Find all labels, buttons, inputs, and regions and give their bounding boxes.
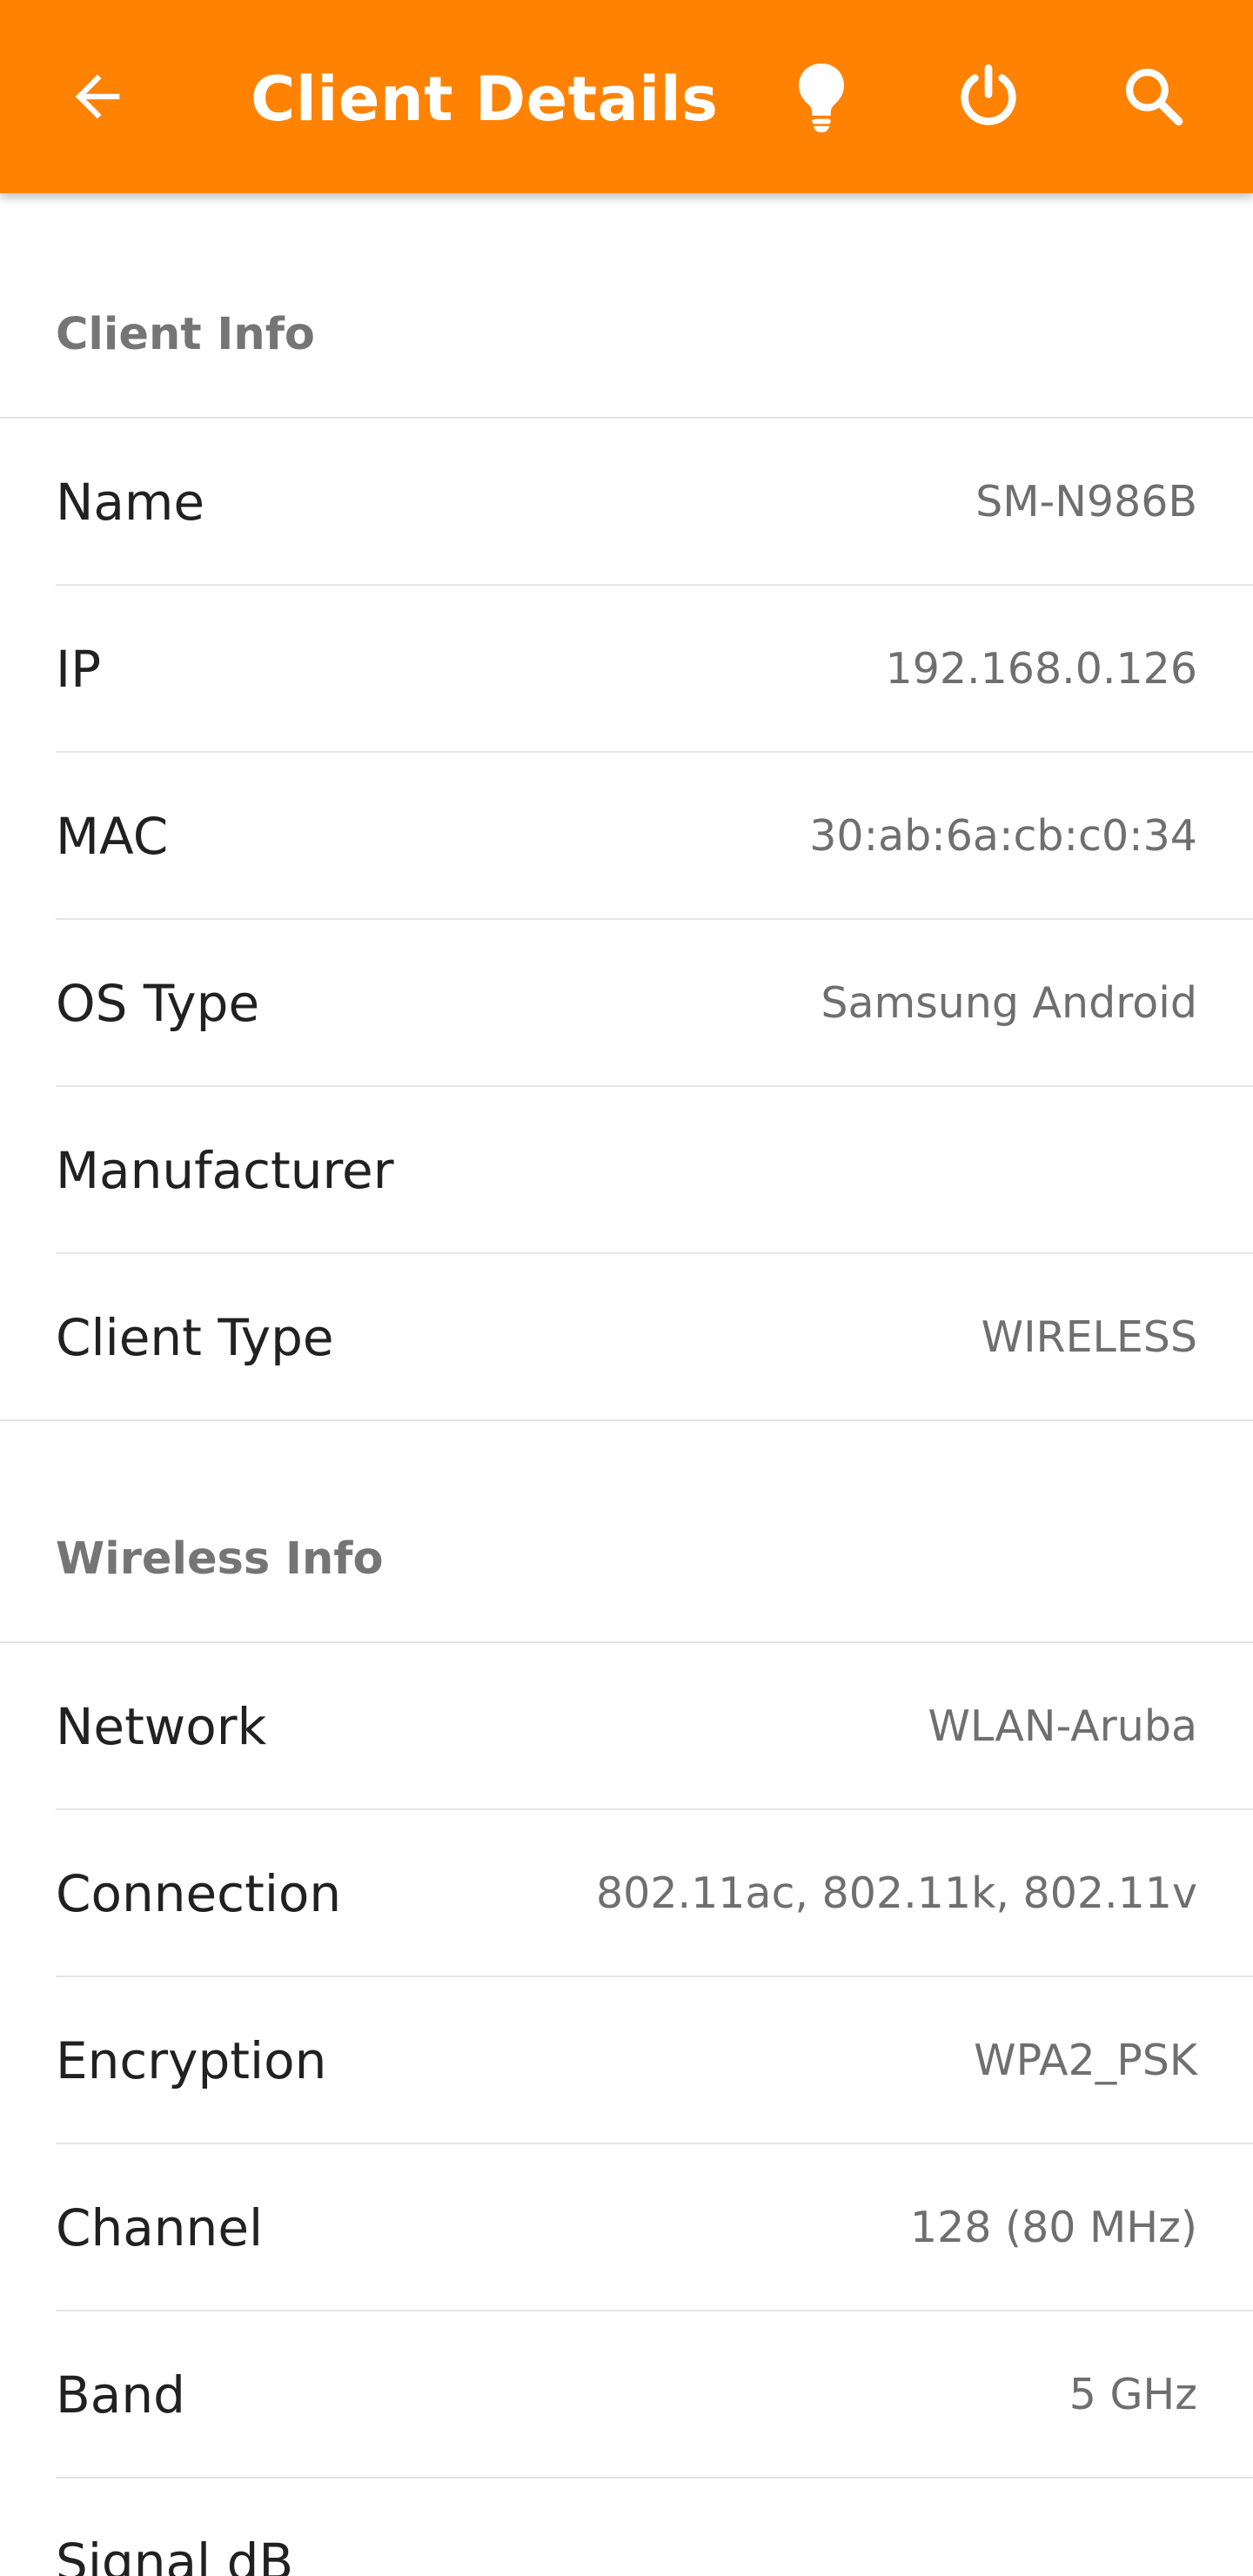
lightbulb-button[interactable] [778,53,865,140]
search-button[interactable] [1110,53,1197,140]
section-header-client-info: Client Info [56,309,315,360]
row-label: Client Type [56,1308,334,1367]
info-row-signal-db[interactable]: Signal dB [0,2479,1253,2576]
row-label: MAC [56,807,169,866]
info-row-network[interactable]: Network WLAN-Aruba [0,1643,1253,1810]
back-button[interactable] [54,53,141,140]
section-header-wireless-info: Wireless Info [56,1533,384,1585]
app-bar: Client Details [0,0,1253,193]
row-value: 192.168.0.126 [885,644,1197,694]
row-label: Channel [56,2198,264,2257]
row-value: 802.11ac, 802.11k, 802.11v [595,1868,1197,1918]
info-row-encryption[interactable]: Encryption WPA2_PSK [0,1977,1253,2144]
row-label: Signal dB [56,2532,294,2576]
power-icon [961,64,1016,125]
info-row-manufacturer[interactable]: Manufacturer [0,1087,1253,1254]
row-label: Manufacturer [56,1141,394,1200]
info-row-name[interactable]: Name SM-N986B [0,419,1253,586]
row-label: OS Type [56,974,260,1033]
row-value: WPA2_PSK [974,2036,1197,2085]
arrow-back-icon [75,74,120,119]
client-details-screen: Client Details Client Info Name SM-N986B [0,0,1253,2576]
row-value: WLAN-Aruba [928,1701,1197,1751]
info-row-ip[interactable]: IP 192.168.0.126 [0,586,1253,753]
info-row-mac[interactable]: MAC 30:ab:6a:cb:c0:34 [0,753,1253,920]
row-value: WIRELESS [981,1312,1197,1362]
search-icon [1126,69,1183,126]
row-label: Connection [56,1864,342,1923]
row-label: Band [56,2365,185,2425]
info-row-connection[interactable]: Connection 802.11ac, 802.11k, 802.11v [0,1810,1253,1977]
row-value: Samsung Android [821,978,1197,1028]
divider [0,1419,1253,1421]
info-row-band[interactable]: Band 5 GHz [0,2311,1253,2479]
row-value: SM-N986B [975,477,1197,527]
row-label: Network [56,1697,267,1756]
power-button[interactable] [945,53,1032,140]
lightbulb-icon [799,64,844,133]
row-label: IP [56,640,102,699]
row-value: 5 GHz [1069,2370,1197,2419]
row-label: Name [56,473,205,532]
row-value: 128 (80 MHz) [909,2203,1197,2252]
page-title: Client Details [251,64,719,135]
info-row-client-type[interactable]: Client Type WIRELESS [0,1254,1253,1421]
row-value: 30:ab:6a:cb:c0:34 [809,811,1197,861]
info-row-channel[interactable]: Channel 128 (80 MHz) [0,2144,1253,2311]
row-label: Encryption [56,2031,327,2090]
info-row-os-type[interactable]: OS Type Samsung Android [0,920,1253,1087]
